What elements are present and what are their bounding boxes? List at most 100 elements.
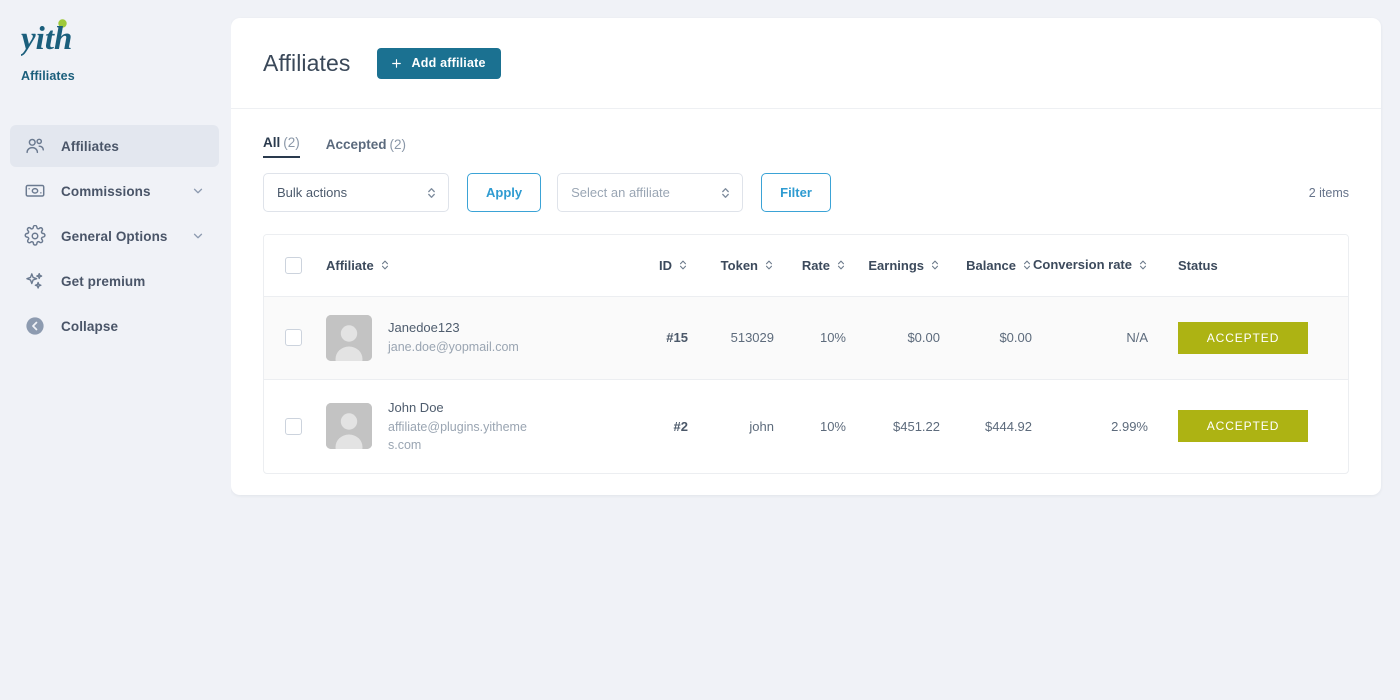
affiliate-status-cell: ACCEPTED [1148, 296, 1348, 379]
table-row[interactable]: Janedoe123 jane.doe@yopmail.com #15 5130… [264, 296, 1348, 379]
main-content: Affiliates Add affiliate All (2) Accepted… [231, 0, 1400, 700]
chevron-updown-icon [426, 185, 437, 200]
avatar [326, 403, 372, 450]
affiliates-table-wrapper: Affiliate ID Token Rate Earnings Balance… [263, 234, 1349, 475]
column-id[interactable]: ID [626, 235, 688, 296]
affiliate-select[interactable]: Select an affiliate [557, 173, 744, 212]
plus-icon [390, 57, 403, 70]
avatar [326, 314, 372, 361]
banknote-icon [23, 179, 47, 203]
affiliate-id: #15 [666, 330, 688, 345]
sidebar-item-affiliates[interactable]: Affiliates [10, 125, 219, 167]
column-label: Status [1178, 257, 1218, 273]
sidebar: yith Affiliates Affiliates Commissions G… [0, 0, 231, 700]
column-earnings[interactable]: Earnings [846, 235, 940, 296]
column-rate[interactable]: Rate [774, 235, 846, 296]
filter-button[interactable]: Filter [761, 173, 831, 212]
add-affiliate-label: Add affiliate [411, 56, 486, 70]
sort-icon[interactable] [930, 258, 940, 272]
column-label: Affiliate [326, 257, 374, 273]
affiliate-email: jane.doe@yopmail.com [388, 340, 519, 355]
affiliate-rate: 10% [819, 330, 846, 345]
row-select-cell [264, 379, 326, 473]
sidebar-item-label: General Options [61, 228, 168, 244]
sort-icon[interactable] [764, 258, 774, 272]
affiliate-name: John Doe [388, 399, 444, 415]
column-token[interactable]: Token [688, 235, 774, 296]
sort-icon[interactable] [836, 258, 846, 272]
column-balance[interactable]: Balance [940, 235, 1032, 296]
column-affiliate[interactable]: Affiliate [326, 235, 626, 296]
tab-all[interactable]: All (2) [263, 135, 300, 158]
row-checkbox[interactable] [285, 417, 302, 435]
yith-logo-icon: yith [21, 19, 72, 57]
row-checkbox[interactable] [285, 329, 302, 347]
affiliates-table: Affiliate ID Token Rate Earnings Balance… [264, 235, 1348, 473]
page-title: Affiliates [263, 49, 351, 76]
apply-button[interactable]: Apply [467, 173, 542, 212]
tab-label: Accepted [325, 137, 387, 152]
sidebar-item-get-premium[interactable]: Get premium [10, 260, 219, 302]
sort-icon[interactable] [380, 258, 390, 272]
chevron-updown-icon [720, 185, 731, 200]
sidebar-item-collapse[interactable]: Collapse [10, 305, 219, 347]
sidebar-item-label: Commissions [61, 183, 151, 199]
affiliate-token: john [749, 418, 774, 434]
sort-icon[interactable] [1022, 258, 1032, 272]
row-select-cell [264, 296, 326, 379]
affiliates-card: Affiliates Add affiliate All (2) Accepted… [231, 18, 1381, 495]
sidebar-item-commissions[interactable]: Commissions [10, 170, 219, 212]
gear-icon [23, 224, 47, 248]
chevron-down-icon[interactable] [191, 229, 205, 243]
affiliate-balance: $444.92 [985, 418, 1032, 434]
chevron-down-icon[interactable] [191, 184, 205, 198]
arrow-left-circle-icon [23, 314, 47, 338]
table-header: Affiliate ID Token Rate Earnings Balance… [264, 235, 1348, 296]
affiliate-balance: $0.00 [999, 330, 1032, 345]
tab-accepted[interactable]: Accepted (2) [326, 137, 406, 158]
affiliate-cell: John Doe affiliate@plugins.yithemes.com [326, 379, 626, 473]
bulk-actions-value: Bulk actions [277, 185, 348, 200]
table-header-row: Affiliate ID Token Rate Earnings Balance… [264, 235, 1348, 296]
table-row[interactable]: John Doe affiliate@plugins.yithemes.com … [264, 379, 1348, 473]
affiliate-conversion-rate: 2.99% [1111, 418, 1148, 434]
affiliate-earnings: $451.22 [893, 418, 940, 434]
add-affiliate-button[interactable]: Add affiliate [376, 47, 501, 79]
column-label: Earnings [868, 257, 924, 273]
affiliate-email: affiliate@plugins.yithemes.com [388, 419, 527, 453]
sidebar-item-label: Get premium [61, 273, 146, 289]
column-label: Rate [801, 257, 830, 273]
select-all-header [264, 235, 326, 296]
people-icon [23, 134, 47, 158]
bulk-actions-select[interactable]: Bulk actions [263, 173, 449, 212]
column-label: Conversion rate [1033, 257, 1132, 273]
select-all-checkbox[interactable] [285, 256, 302, 274]
column-label: Balance [966, 257, 1016, 273]
affiliate-select-placeholder: Select an affiliate [571, 185, 670, 200]
status-badge[interactable]: ACCEPTED [1178, 321, 1308, 354]
affiliate-status-cell: ACCEPTED [1148, 379, 1348, 473]
status-tabs: All (2) Accepted (2) [263, 131, 1349, 158]
affiliate-token: 513029 [730, 330, 774, 345]
yith-logo: yith [21, 18, 231, 64]
column-label: ID [659, 257, 672, 273]
affiliate-cell: Janedoe123 jane.doe@yopmail.com [326, 296, 626, 379]
affiliate-name: Janedoe123 [388, 320, 460, 336]
sidebar-item-label: Collapse [61, 318, 119, 334]
svg-text:yith: yith [21, 21, 72, 57]
filter-bar: Bulk actions Apply Select an affiliate F… [263, 173, 1349, 212]
tab-count: (2) [389, 137, 407, 152]
affiliate-earnings: $0.00 [907, 330, 940, 345]
column-conversion-rate[interactable]: Conversion rate [1032, 235, 1148, 296]
card-body: All(2) Accepted(2) Bulk actions Apply [231, 109, 1381, 475]
sort-icon[interactable] [678, 258, 688, 272]
sort-icon[interactable] [1138, 258, 1148, 272]
items-count: 2 items [1308, 185, 1349, 200]
sidebar-item-general-options[interactable]: General Options [10, 215, 219, 257]
affiliate-id: #2 [673, 418, 688, 434]
status-badge[interactable]: ACCEPTED [1178, 410, 1308, 443]
brand-subtitle: Affiliates [21, 69, 75, 83]
column-label: Token [720, 257, 758, 273]
affiliate-rate: 10% [819, 418, 846, 434]
tab-count: (2) [283, 135, 300, 150]
